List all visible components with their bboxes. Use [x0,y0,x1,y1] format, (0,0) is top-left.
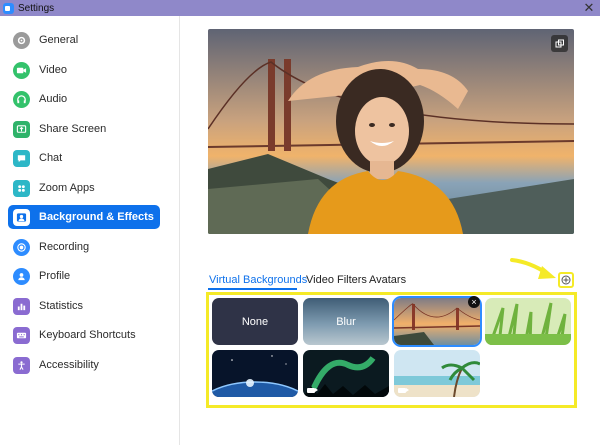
sidebar-item-accessibility[interactable]: Accessibility [8,353,160,377]
headphones-icon [13,90,30,108]
sidebar-item-label: Statistics [39,300,84,312]
sidebar-item-label: Profile [39,270,71,282]
tab-video-filters[interactable]: Video Filters [306,274,367,286]
sidebar-item-general[interactable]: General [8,28,160,52]
video-background-icon [307,388,318,393]
background-tile-golden-gate[interactable] [392,296,482,347]
chat-bubble-icon [13,149,30,167]
annotation-arrow-icon [510,258,556,279]
profile-icon [13,267,30,285]
add-background-button[interactable] [558,272,574,288]
video-preview [208,29,574,234]
video-camera-icon [13,61,30,79]
sidebar-item-audio[interactable]: Audio [8,87,160,111]
zoom-app-icon [3,2,14,14]
sidebar-item-profile[interactable]: Profile [8,264,160,288]
sidebar-item-label: Background & Effects [39,211,154,223]
background-tile-grass[interactable] [485,298,571,345]
bar-chart-icon [13,297,30,315]
earth-thumbnail [212,350,298,397]
share-screen-icon [13,120,30,138]
golden-gate-thumbnail [394,298,480,345]
sidebar-item-label: Zoom Apps [39,182,95,194]
sidebar-item-label: Accessibility [39,359,99,371]
gear-icon [13,31,30,49]
sidebar-item-label: Share Screen [39,123,107,135]
grass-thumbnail [485,298,571,345]
sidebar-item-label: Recording [39,241,90,253]
plus-icon [561,275,571,285]
sidebar-item-label: Keyboard Shortcuts [39,329,136,341]
active-tab-underline [208,288,297,290]
sidebar-item-statistics[interactable]: Statistics [8,294,160,318]
background-tile-beach[interactable] [394,350,480,397]
sidebar-item-label: Video [39,64,67,76]
sidebar-item-background-effects[interactable]: Background & Effects [8,205,160,229]
keyboard-icon [13,326,30,344]
close-button[interactable]: ✕ [582,0,596,16]
person-portrait-icon [13,208,30,226]
background-tile-aurora[interactable] [303,350,389,397]
title-bar: Settings ✕ [0,0,600,16]
sidebar-item-recording[interactable]: Recording [8,235,160,259]
tile-label: None [241,315,269,328]
sidebar-item-share-screen[interactable]: Share Screen [8,117,160,141]
sidebar-item-label: General [39,34,79,46]
sidebar-item-video[interactable]: Video [8,58,160,82]
video-background-icon [398,388,409,393]
apps-icon [13,179,30,197]
settings-sidebar: General Video Audio Share Screen Chat Zo… [0,16,180,445]
window-title: Settings [18,2,55,14]
tab-avatars[interactable]: Avatars [369,274,406,286]
mirror-toggle-icon[interactable] [551,35,568,52]
preview-image [208,29,574,234]
sidebar-item-chat[interactable]: Chat [8,146,160,170]
sidebar-item-zoom-apps[interactable]: Zoom Apps [8,176,160,200]
remove-background-button[interactable]: × [468,296,480,308]
sidebar-item-keyboard-shortcuts[interactable]: Keyboard Shortcuts [8,323,160,347]
tab-virtual-backgrounds[interactable]: Virtual Backgrounds [209,274,307,286]
background-tile-earth[interactable] [212,350,298,397]
accessibility-icon [13,356,30,374]
background-tile-blur[interactable]: Blur [303,298,389,345]
tile-label: Blur [336,315,356,328]
background-tile-none[interactable]: None [212,298,298,345]
record-icon [13,238,30,256]
sidebar-item-label: Chat [39,152,63,164]
sidebar-item-label: Audio [39,93,68,105]
